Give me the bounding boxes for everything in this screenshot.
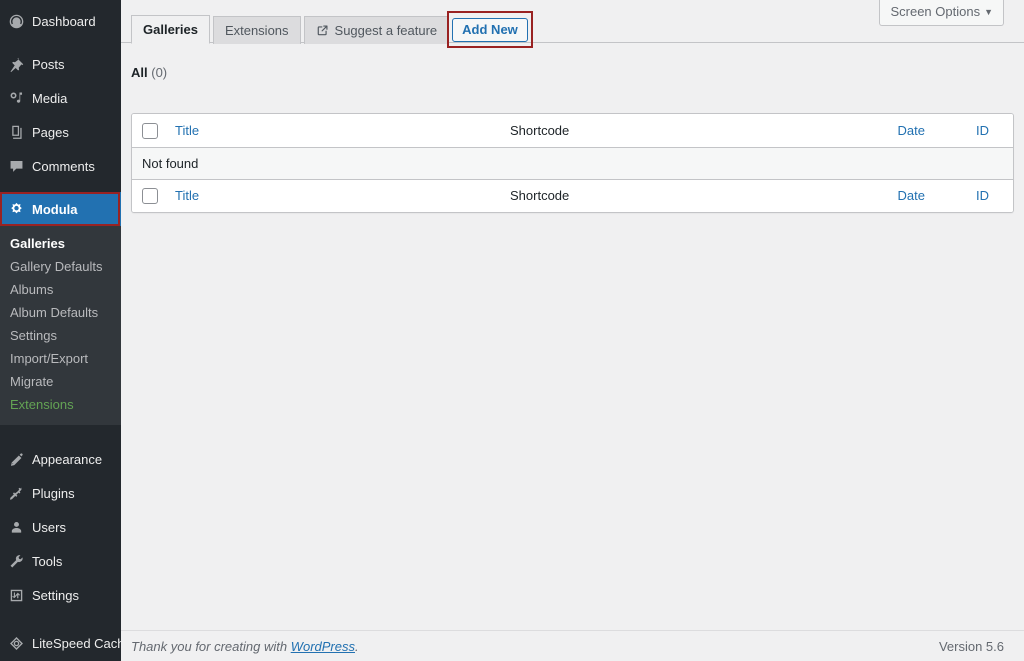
paintbrush-icon [4, 449, 28, 469]
sidebar-item-label: Plugins [32, 485, 75, 501]
empty-state-message: Not found [132, 147, 1013, 180]
sidebar-item-plugins[interactable]: Plugins [0, 476, 121, 510]
add-new-button[interactable]: Add New [452, 18, 528, 42]
litespeed-diamond-icon [4, 633, 28, 653]
submenu-item-albums[interactable]: Albums [0, 279, 121, 302]
tab-label: Suggest a feature [334, 23, 438, 38]
media-camera-icon [4, 88, 28, 108]
tab-label: Extensions [224, 23, 289, 38]
select-all-checkbox-footer[interactable] [142, 188, 158, 205]
sidebar-divider [0, 38, 121, 47]
wordpress-link[interactable]: WordPress [291, 639, 355, 654]
dashboard-gauge-icon [4, 11, 28, 31]
sidebar-item-settings[interactable]: Settings [0, 578, 121, 612]
modula-icon [4, 199, 28, 219]
column-header-id[interactable]: ID [935, 114, 1013, 148]
sidebar-item-label: Appearance [32, 451, 103, 467]
tab-extensions[interactable]: Extensions [212, 16, 301, 44]
sidebar-item-label: Pages [32, 124, 69, 140]
column-header-date[interactable]: Date [830, 114, 935, 148]
tab-suggest-a-feature[interactable]: Suggest a feature [303, 16, 450, 44]
empty-state-row: Not found [132, 147, 1013, 180]
table-header-row: Title Shortcode Date ID [132, 114, 1013, 148]
sidebar-item-label: Settings [32, 587, 79, 603]
wp-admin-screen: Dashboard Posts Media Pages Comments Mod… [0, 0, 1024, 661]
footer-thanks-text: Thank you for creating with WordPress. [131, 639, 939, 654]
plug-icon [4, 483, 28, 503]
sidebar-divider [0, 425, 121, 442]
sidebar-item-pages[interactable]: Pages [0, 115, 121, 149]
column-header-title[interactable]: Title [165, 114, 500, 148]
status-filter-links: All (0) [121, 65, 167, 80]
sidebar-item-tools[interactable]: Tools [0, 544, 121, 578]
sidebar-item-modula[interactable]: Modula [0, 192, 121, 226]
galleries-list-table: Title Shortcode Date ID Not found Title … [131, 113, 1014, 214]
sidebar-item-appearance[interactable]: Appearance [0, 442, 121, 476]
sidebar-item-media[interactable]: Media [0, 81, 121, 115]
table-footer-row: Title Shortcode Date ID [132, 179, 1013, 213]
sidebar-divider [0, 612, 121, 626]
column-footer-id[interactable]: ID [935, 179, 1013, 213]
tab-label: Galleries [143, 21, 198, 37]
column-footer-shortcode: Shortcode [500, 179, 830, 213]
sidebar-item-label: Media [32, 90, 68, 106]
sidebar-item-litespeed-cache[interactable]: LiteSpeed Cache [0, 626, 121, 660]
footer-thanks-prefix: Thank you for creating with [131, 638, 291, 654]
submenu-item-import-export[interactable]: Import/Export [0, 348, 121, 371]
filter-all-label[interactable]: All [131, 65, 148, 80]
admin-sidebar-menu: Dashboard Posts Media Pages Comments Mod… [0, 0, 121, 661]
comment-bubble-icon [4, 156, 28, 176]
modula-submenu: Galleries Gallery Defaults Albums Album … [0, 226, 121, 425]
wrench-icon [4, 551, 28, 571]
select-all-checkbox[interactable] [142, 122, 158, 139]
footer-version: Version 5.6 [938, 638, 1004, 654]
submenu-item-album-defaults[interactable]: Album Defaults [0, 302, 121, 325]
sidebar-item-comments[interactable]: Comments [0, 149, 121, 183]
tab-galleries[interactable]: Galleries [131, 15, 210, 44]
select-all-header [132, 114, 165, 148]
sidebar-item-label: Modula [32, 201, 78, 217]
sidebar-divider [0, 183, 121, 192]
sidebar-item-label: Tools [32, 553, 63, 569]
column-footer-date[interactable]: Date [830, 179, 935, 213]
column-header-shortcode: Shortcode [500, 114, 830, 148]
sidebar-item-label: Dashboard [32, 13, 96, 29]
submenu-item-settings[interactable]: Settings [0, 325, 121, 348]
nav-tab-wrapper: Galleries Extensions Suggest a feature A… [121, 11, 1024, 48]
sidebar-item-label: Users [32, 519, 66, 535]
footer-thanks-suffix: . [355, 638, 359, 654]
sidebar-item-label: Posts [32, 56, 65, 72]
table-footer: Title Shortcode Date ID [132, 179, 1013, 213]
submenu-item-migrate[interactable]: Migrate [0, 371, 121, 394]
submenu-item-galleries[interactable]: Galleries [0, 233, 121, 256]
admin-footer: Thank you for creating with WordPress. V… [121, 630, 1024, 661]
sidebar-item-posts[interactable]: Posts [0, 47, 121, 81]
sidebar-item-dashboard[interactable]: Dashboard [0, 4, 121, 38]
table-body: Not found [132, 147, 1013, 180]
sidebar-item-users[interactable]: Users [0, 510, 121, 544]
sidebar-item-label: Comments [32, 158, 95, 174]
main-content-area: Screen Options ▼ Galleries Extensions Su… [121, 0, 1024, 661]
column-footer-title[interactable]: Title [165, 179, 500, 213]
settings-sliders-icon [4, 585, 28, 605]
sidebar-item-label: LiteSpeed Cache [32, 635, 121, 651]
external-link-icon [316, 24, 329, 37]
table-header: Title Shortcode Date ID [132, 114, 1013, 148]
submenu-item-extensions[interactable]: Extensions [0, 394, 121, 417]
submenu-item-gallery-defaults[interactable]: Gallery Defaults [0, 256, 121, 279]
pin-icon [4, 54, 28, 74]
user-icon [4, 517, 28, 537]
add-new-highlight-region: Add New [447, 11, 533, 48]
filter-all-count: (0) [151, 65, 168, 80]
pages-icon [4, 122, 28, 142]
select-all-footer [132, 179, 165, 213]
